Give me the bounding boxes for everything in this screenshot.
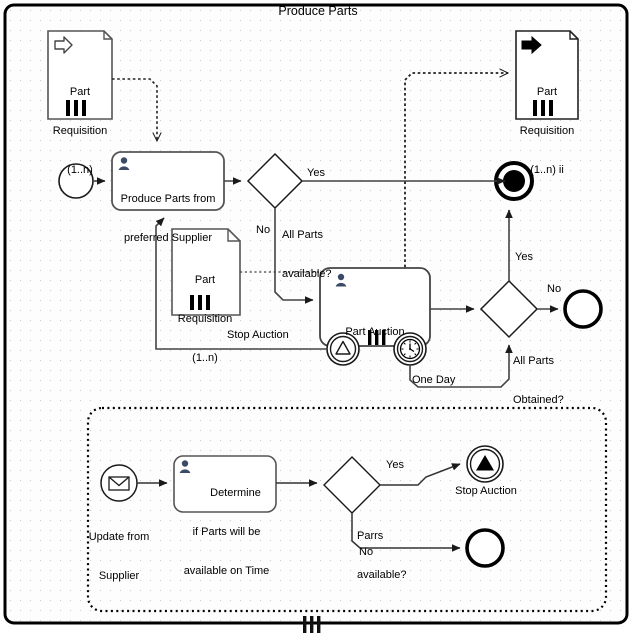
flow-label-no-bottom: No — [359, 546, 374, 558]
flow-label-yes-bottom: Yes — [386, 459, 404, 471]
data-object-middle-line-2: Requisition — [177, 313, 233, 325]
data-object-input-label: Part Requisition (1..n) — [44, 60, 116, 203]
task-part-auction-label[interactable]: Part Auction — [320, 300, 430, 365]
data-object-input-line-2: Requisition — [52, 125, 108, 137]
gateway-parts-available-line-2: available? — [357, 569, 407, 581]
pool-multi-instance-marker — [303, 616, 321, 633]
message-start-event-line-1: Update from — [88, 531, 150, 543]
flow-label-no-top: No — [256, 224, 271, 236]
flow-label-no-right: No — [547, 283, 562, 295]
data-object-input-line-3: (1..n) — [67, 164, 93, 176]
data-object-output-line-1: Part — [536, 86, 558, 98]
flow-label-one-day: One Day — [412, 374, 456, 386]
task-produce-parts-label[interactable]: Produce Parts from preferred Supplier — [112, 167, 224, 271]
gateway-parts-available-line-1: Parrs — [357, 530, 384, 542]
data-object-output-line-2: Requisition — [519, 125, 575, 137]
flow-label-yes-top: Yes — [307, 167, 325, 179]
task-produce-parts-line-1: Produce Parts from — [120, 193, 216, 205]
gateway-all-parts-obtained-line-1: All Parts — [513, 355, 554, 367]
task-determine-parts-line-2: if Parts will be — [192, 526, 261, 538]
data-object-middle-line-3: (1..n) — [192, 352, 218, 364]
flow-label-stop-auction: Stop Auction — [227, 329, 289, 341]
task-determine-parts-label[interactable]: Determine if Parts will be available on … — [177, 461, 276, 604]
task-determine-parts-line-3: available on Time — [183, 565, 270, 577]
message-start-event-shape — [100, 464, 138, 502]
signal-end-event-shape — [466, 445, 504, 483]
page-title: Produce Parts — [278, 4, 358, 18]
task-determine-parts-line-1: Determine — [210, 487, 261, 499]
task-part-auction-line-1: Part Auction — [345, 326, 405, 338]
gateway-all-parts-available-line-1: All Parts — [282, 229, 323, 241]
data-object-output-line-3: (1..n) ii — [530, 164, 564, 176]
gateway-all-parts-obtained-line-2: Obtained? — [513, 394, 564, 406]
message-start-event-line-2: Supplier — [98, 570, 140, 582]
bpmn-diagram-canvas: Produce Parts Part Requisition (1..n) Pa… — [0, 0, 632, 643]
gateway-all-parts-obtained-label: All Parts Obtained? — [513, 329, 591, 433]
subprocess-end-event-shape — [465, 528, 505, 568]
gateway-all-parts-available-line-2: available? — [282, 268, 332, 280]
gateway-all-parts-available-label: All Parts available? — [282, 203, 360, 307]
message-start-event-label: Update from Supplier — [74, 505, 164, 609]
data-object-input-line-1: Part — [69, 86, 91, 98]
data-object-output-label: Part Requisition (1..n) ii — [511, 60, 583, 203]
data-object-middle-line-1: Part — [194, 274, 216, 286]
end-event-no-shape — [563, 289, 603, 329]
task-produce-parts-line-2: preferred Supplier — [123, 232, 213, 244]
signal-end-event-label: Stop Auction — [455, 485, 517, 497]
flow-label-yes-right: Yes — [515, 251, 533, 263]
